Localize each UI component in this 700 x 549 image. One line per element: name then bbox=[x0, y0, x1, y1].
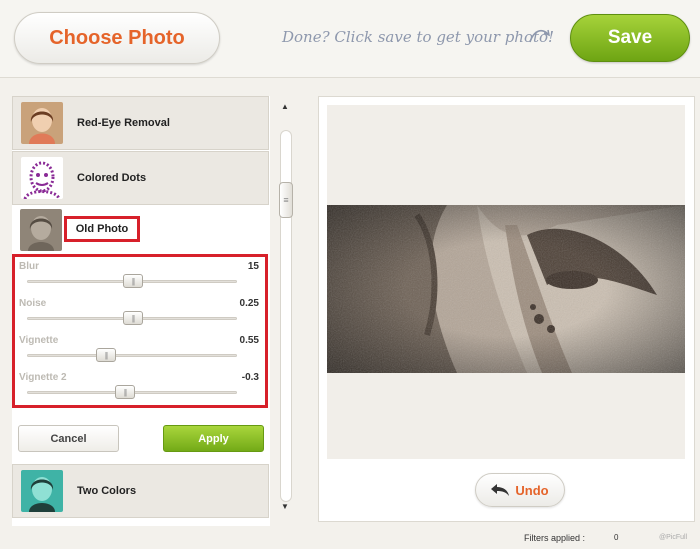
param-label: Vignette 2 bbox=[19, 372, 67, 383]
slider-handle[interactable]: || bbox=[123, 311, 143, 325]
filter-parameters-panel: Blur 15 || Noise 0.25 || Vignette 0.55 |… bbox=[12, 254, 268, 408]
slider-handle[interactable]: || bbox=[115, 385, 135, 399]
photo-preview-panel: Undo bbox=[318, 96, 695, 522]
param-vignette-2: Vignette 2 -0.3 || bbox=[19, 372, 259, 408]
undo-button[interactable]: Undo bbox=[475, 473, 565, 507]
slider-track[interactable] bbox=[27, 354, 237, 357]
save-hint-text: Done? Click save to get your photo! bbox=[282, 28, 555, 46]
filter-item-old-photo[interactable] bbox=[12, 206, 269, 254]
filter-list: Red-Eye Removal Colored Dots Old Photo B… bbox=[12, 96, 270, 526]
choose-photo-button[interactable]: Choose Photo bbox=[14, 12, 220, 64]
param-label: Vignette bbox=[19, 335, 59, 346]
param-value: 15 bbox=[247, 261, 259, 272]
brand-watermark: @PicFull bbox=[659, 534, 688, 541]
filter-label: Red-Eye Removal bbox=[77, 117, 170, 129]
scroll-down-icon[interactable]: ▼ bbox=[281, 502, 289, 511]
slider-handle[interactable]: || bbox=[96, 348, 116, 362]
cancel-button[interactable]: Cancel bbox=[18, 425, 119, 452]
portrait-thumbnail-icon bbox=[21, 102, 63, 144]
scroll-thumb[interactable]: ≡ bbox=[279, 182, 293, 218]
param-label: Noise bbox=[19, 298, 47, 309]
filter-item-two-colors[interactable]: Two Colors bbox=[12, 464, 269, 518]
param-label: Blur bbox=[19, 261, 39, 272]
two-tone-portrait-thumbnail-icon bbox=[21, 470, 63, 512]
undo-arrow-icon bbox=[491, 484, 510, 496]
filters-applied-count: 0 bbox=[614, 533, 619, 542]
filter-item-red-eye-removal[interactable]: Red-Eye Removal bbox=[12, 96, 269, 150]
filters-applied-label: Filters applied : bbox=[524, 533, 586, 543]
slider-handle[interactable]: || bbox=[123, 274, 143, 288]
param-vignette: Vignette 0.55 || bbox=[19, 335, 259, 371]
save-button[interactable]: Save bbox=[570, 14, 690, 62]
scroll-up-icon[interactable]: ▲ bbox=[281, 102, 289, 111]
filter-item-colored-dots[interactable]: Colored Dots bbox=[12, 151, 269, 205]
photo-canvas bbox=[327, 105, 685, 459]
curved-arrow-icon bbox=[529, 29, 551, 43]
edited-photo bbox=[327, 205, 685, 373]
filter-list-scrollbar[interactable]: ▲ ≡ ▼ bbox=[276, 96, 296, 522]
sepia-portrait-thumbnail-icon bbox=[20, 209, 62, 251]
dots-portrait-thumbnail-icon bbox=[21, 157, 63, 199]
undo-label: Undo bbox=[515, 482, 549, 498]
param-noise: Noise 0.25 || bbox=[19, 298, 259, 334]
filter-label: Colored Dots bbox=[77, 172, 147, 184]
old-photo-label: Old Photo bbox=[64, 216, 140, 242]
filter-label: Two Colors bbox=[77, 485, 137, 497]
top-toolbar: Choose Photo Done? Click save to get you… bbox=[0, 0, 700, 78]
param-blur: Blur 15 || bbox=[19, 261, 259, 297]
param-value: 0.55 bbox=[239, 335, 259, 346]
param-value: 0.25 bbox=[239, 298, 259, 309]
param-value: -0.3 bbox=[241, 372, 259, 383]
apply-button[interactable]: Apply bbox=[163, 425, 264, 452]
